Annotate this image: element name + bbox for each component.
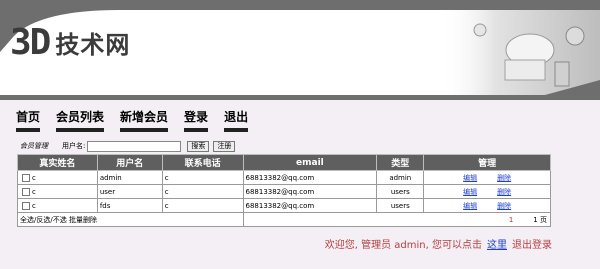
welcome-prefix: 欢迎您, 管理员 admin, 您可以点击 (324, 240, 482, 251)
nav-logout[interactable]: 退出 (224, 104, 249, 132)
page-link[interactable]: 1 (509, 216, 513, 224)
column-header-type: 类型 (376, 154, 425, 171)
edit-link[interactable]: 编辑 (463, 202, 477, 210)
register-button[interactable]: 注册 (213, 140, 236, 152)
cell-username: fds (96, 198, 163, 213)
edit-link[interactable]: 编辑 (463, 188, 477, 196)
cell-realname: c (17, 184, 98, 199)
cell-realname: c (17, 170, 98, 185)
cell-type: users (376, 198, 425, 213)
username-label: 用户名: (62, 142, 86, 150)
edit-link[interactable]: 编辑 (463, 174, 477, 182)
site-header: 3D 技术网 (0, 0, 600, 100)
nav-login-label: 登录 (184, 110, 209, 124)
nav-logout-label: 退出 (224, 110, 249, 124)
column-header-realname: 真实姓名 (17, 154, 98, 171)
site-logo: 3D 技术网 (10, 21, 131, 63)
cell-phone: c (161, 170, 244, 185)
table-header-row: 真实姓名 用户名 联系电话 email 类型 管理 (17, 154, 551, 171)
page-total: 1 (533, 215, 538, 224)
column-header-phone: 联系电话 (161, 154, 244, 171)
cell-type: users (376, 184, 425, 199)
column-header-email: email (242, 154, 378, 171)
nav-member-list-label: 会员列表 (56, 110, 105, 124)
page-unit: 页 (540, 215, 547, 224)
cell-phone: c (161, 184, 244, 199)
nav-home-label: 首页 (16, 110, 41, 124)
welcome-logout-text: 退出登录 (512, 240, 552, 251)
delete-link[interactable]: 删除 (497, 188, 511, 196)
members-table: 真实姓名 用户名 联系电话 email 类型 管理 c admin c 6881… (17, 154, 551, 227)
cell-email: 68813382@qq.com (242, 184, 378, 199)
row-checkbox[interactable] (22, 187, 30, 196)
nav-add-member-label: 新增会员 (120, 110, 169, 124)
realname-text: c (32, 187, 36, 196)
cell-email: 68813382@qq.com (242, 170, 378, 185)
cell-username: admin (96, 170, 163, 185)
toolbar-title: 会员管理 (20, 142, 48, 150)
column-header-username: 用户名 (96, 154, 163, 171)
realname-text: c (32, 173, 36, 182)
cell-type: admin (376, 170, 425, 185)
row-checkbox[interactable] (22, 173, 30, 182)
table-row: c admin c 68813382@qq.com admin 编辑 删除 (17, 170, 551, 185)
realname-text: c (32, 201, 36, 210)
username-search-input[interactable] (87, 140, 182, 152)
row-checkbox[interactable] (22, 201, 30, 210)
cell-manage: 编辑 删除 (423, 184, 551, 199)
nav-add-member[interactable]: 新增会员 (120, 104, 169, 132)
bulk-actions[interactable]: 全选/反选/不选 批量删除 (17, 212, 244, 227)
page: 3D 技术网 首页 会员列表 新增会员 登录 退出 会员管理 用户名: 搜索 注… (0, 0, 600, 269)
pagination: 1 1 页 (242, 212, 551, 227)
cell-realname: c (17, 198, 98, 213)
nav-login[interactable]: 登录 (184, 104, 209, 132)
delete-link[interactable]: 删除 (497, 202, 511, 210)
table-row: c fds c 68813382@qq.com users 编辑 删除 (17, 198, 551, 213)
welcome-message: 欢迎您, 管理员 admin, 您可以点击 这里 退出登录 (325, 236, 552, 251)
main-nav: 首页 会员列表 新增会员 登录 退出 (16, 104, 264, 132)
cell-phone: c (161, 198, 244, 213)
cell-manage: 编辑 删除 (423, 198, 551, 213)
cell-manage: 编辑 删除 (423, 170, 551, 185)
table-footer-row: 全选/反选/不选 批量删除 1 1 页 (17, 212, 551, 227)
member-toolbar: 会员管理 用户名: 搜索 注册 (20, 139, 236, 153)
search-button[interactable]: 搜索 (187, 140, 210, 152)
nav-member-list[interactable]: 会员列表 (56, 104, 105, 132)
welcome-here-link[interactable]: 这里 (487, 240, 507, 251)
table-row: c user c 68813382@qq.com users 编辑 删除 (17, 184, 551, 199)
logo-mark: 3D (10, 21, 51, 63)
column-header-manage: 管理 (423, 154, 551, 171)
cell-email: 68813382@qq.com (242, 198, 378, 213)
cell-username: user (96, 184, 163, 199)
nav-home[interactable]: 首页 (16, 104, 41, 132)
logo-text: 技术网 (55, 30, 131, 59)
delete-link[interactable]: 删除 (497, 174, 511, 182)
